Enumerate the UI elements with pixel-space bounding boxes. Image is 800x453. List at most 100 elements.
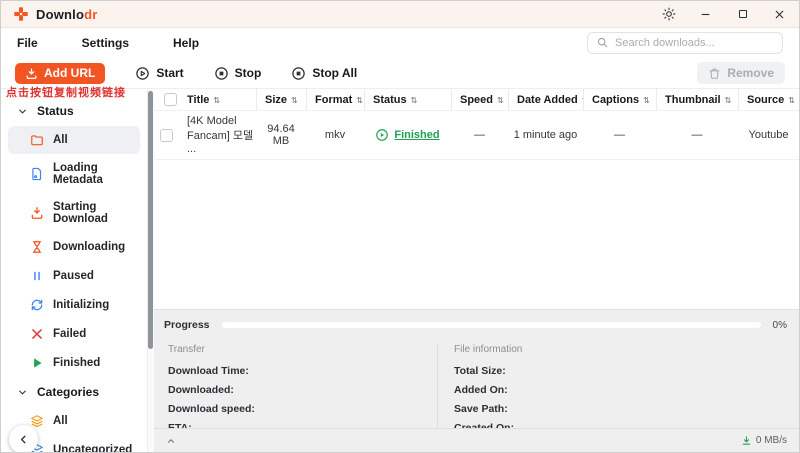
row-checkbox[interactable]	[154, 111, 179, 159]
column-size[interactable]: Size	[256, 89, 306, 110]
details-panel: Progress 0% Transfer Download Time: Down…	[154, 309, 799, 428]
column-title[interactable]: Title	[179, 89, 256, 110]
table-row[interactable]: [4K Model Fancam] 모델 ... 94.64 MB mkv Fi…	[154, 111, 799, 160]
sidebar-item-initializing[interactable]: Initializing	[8, 291, 140, 319]
sidebar-collapse-button[interactable]	[9, 425, 38, 453]
sort-icon	[788, 94, 795, 106]
copy-link-tip: 点击按钮复制视频链接	[6, 84, 126, 100]
status-finished-link[interactable]: Finished	[394, 129, 439, 141]
file-info-section-title: File information	[454, 344, 787, 355]
sort-icon	[291, 94, 298, 106]
app-logo-icon	[13, 6, 29, 22]
stop-all-button[interactable]: Stop All	[291, 66, 357, 81]
trash-icon	[708, 67, 721, 80]
column-status[interactable]: Status	[364, 89, 451, 110]
stop-button[interactable]: Stop	[214, 66, 262, 81]
folder-icon	[30, 133, 44, 147]
sort-icon	[411, 94, 418, 106]
status-bar: 0 MB/s	[154, 428, 799, 452]
play-circle-green-icon	[375, 128, 389, 142]
progress-bar	[222, 322, 761, 328]
play-icon	[30, 356, 44, 370]
progress-percent: 0%	[773, 320, 787, 331]
cell-source: Youtube	[738, 111, 799, 159]
sidebar-item-loading-metadata[interactable]: Loading Metadata	[8, 155, 140, 193]
scrollbar-thumb[interactable]	[148, 91, 153, 349]
menubar: File Settings Help	[1, 28, 799, 58]
cell-title: [4K Model Fancam] 모델 ...	[179, 111, 256, 159]
minimize-icon[interactable]	[698, 7, 713, 22]
menu-file[interactable]: File	[17, 36, 38, 50]
sort-icon	[725, 94, 732, 106]
sidebar-item-finished[interactable]: Finished	[8, 349, 140, 377]
sidebar-section-categories[interactable]: Categories	[1, 378, 147, 406]
remove-button[interactable]: Remove	[697, 62, 785, 84]
sidebar-scrollbar[interactable]	[148, 89, 154, 452]
total-size-label: Total Size:	[454, 364, 787, 378]
cell-speed: —	[451, 111, 508, 159]
sort-icon	[213, 94, 220, 106]
sidebar-item-failed[interactable]: Failed	[8, 320, 140, 348]
table-header: Title Size Format Status Speed Date Adde…	[154, 89, 799, 111]
save-path-label: Save Path:	[454, 402, 787, 416]
close-icon[interactable]	[772, 7, 787, 22]
sort-icon	[356, 94, 363, 106]
cell-date-added: 1 minute ago	[508, 111, 583, 159]
chevron-down-icon	[17, 387, 28, 398]
column-thumbnail[interactable]: Thumbnail	[656, 89, 738, 110]
chevron-left-icon	[17, 433, 30, 446]
hourglass-icon	[30, 240, 44, 254]
added-on-label: Added On:	[454, 383, 787, 397]
sidebar-item-paused[interactable]: Paused	[8, 262, 140, 290]
cell-format: mkv	[306, 111, 364, 159]
sync-icon	[30, 298, 44, 312]
download-time-label: Download Time:	[168, 364, 437, 378]
stop-circle-icon	[291, 66, 306, 81]
sidebar-section-status[interactable]: Status	[1, 97, 147, 125]
file-icon	[30, 167, 44, 181]
cell-thumbnail: —	[656, 111, 738, 159]
select-all-checkbox[interactable]	[154, 89, 179, 110]
chevron-down-icon	[17, 106, 28, 117]
sidebar: Status All Loading Metadata Starting Dow…	[1, 89, 148, 452]
cell-captions: —	[583, 111, 656, 159]
sidebar-item-downloading[interactable]: Downloading	[8, 233, 140, 261]
menu-settings[interactable]: Settings	[82, 36, 129, 50]
downloads-table: Title Size Format Status Speed Date Adde…	[154, 89, 799, 309]
x-icon	[30, 327, 44, 341]
search-icon	[596, 36, 609, 49]
play-circle-icon	[135, 66, 150, 81]
add-url-button[interactable]: Add URL	[15, 63, 105, 84]
menu-help[interactable]: Help	[173, 36, 199, 50]
search-input[interactable]	[615, 37, 774, 49]
start-button[interactable]: Start	[135, 66, 183, 81]
theme-toggle-icon[interactable]	[661, 7, 676, 22]
chevron-up-icon[interactable]	[166, 436, 176, 446]
column-captions[interactable]: Captions	[583, 89, 656, 110]
downloaded-label: Downloaded:	[168, 383, 437, 397]
pause-icon	[30, 269, 44, 283]
search-box[interactable]	[587, 32, 783, 54]
stack-icon	[30, 414, 44, 428]
sort-icon	[497, 94, 504, 106]
app-window: Downlodr File Settings Help	[0, 0, 800, 453]
download-icon	[30, 206, 44, 220]
column-speed[interactable]: Speed	[451, 89, 508, 110]
column-format[interactable]: Format	[306, 89, 364, 110]
download-tray-icon	[25, 67, 38, 80]
stop-circle-icon	[214, 66, 229, 81]
sidebar-item-starting-download[interactable]: Starting Download	[8, 194, 140, 232]
maximize-icon[interactable]	[735, 7, 750, 22]
download-speed-label: Download speed:	[168, 402, 437, 416]
cell-size: 94.64 MB	[256, 111, 306, 159]
titlebar: Downlodr	[1, 1, 799, 28]
sort-icon	[643, 94, 650, 106]
sidebar-item-all-status[interactable]: All	[8, 126, 140, 154]
column-source[interactable]: Source	[738, 89, 799, 110]
global-speed: 0 MB/s	[756, 435, 787, 446]
progress-label: Progress	[164, 319, 210, 331]
column-date-added[interactable]: Date Added	[508, 89, 583, 110]
transfer-section-title: Transfer	[168, 344, 437, 355]
download-arrow-icon	[741, 435, 752, 446]
app-title: Downlodr	[36, 7, 98, 22]
